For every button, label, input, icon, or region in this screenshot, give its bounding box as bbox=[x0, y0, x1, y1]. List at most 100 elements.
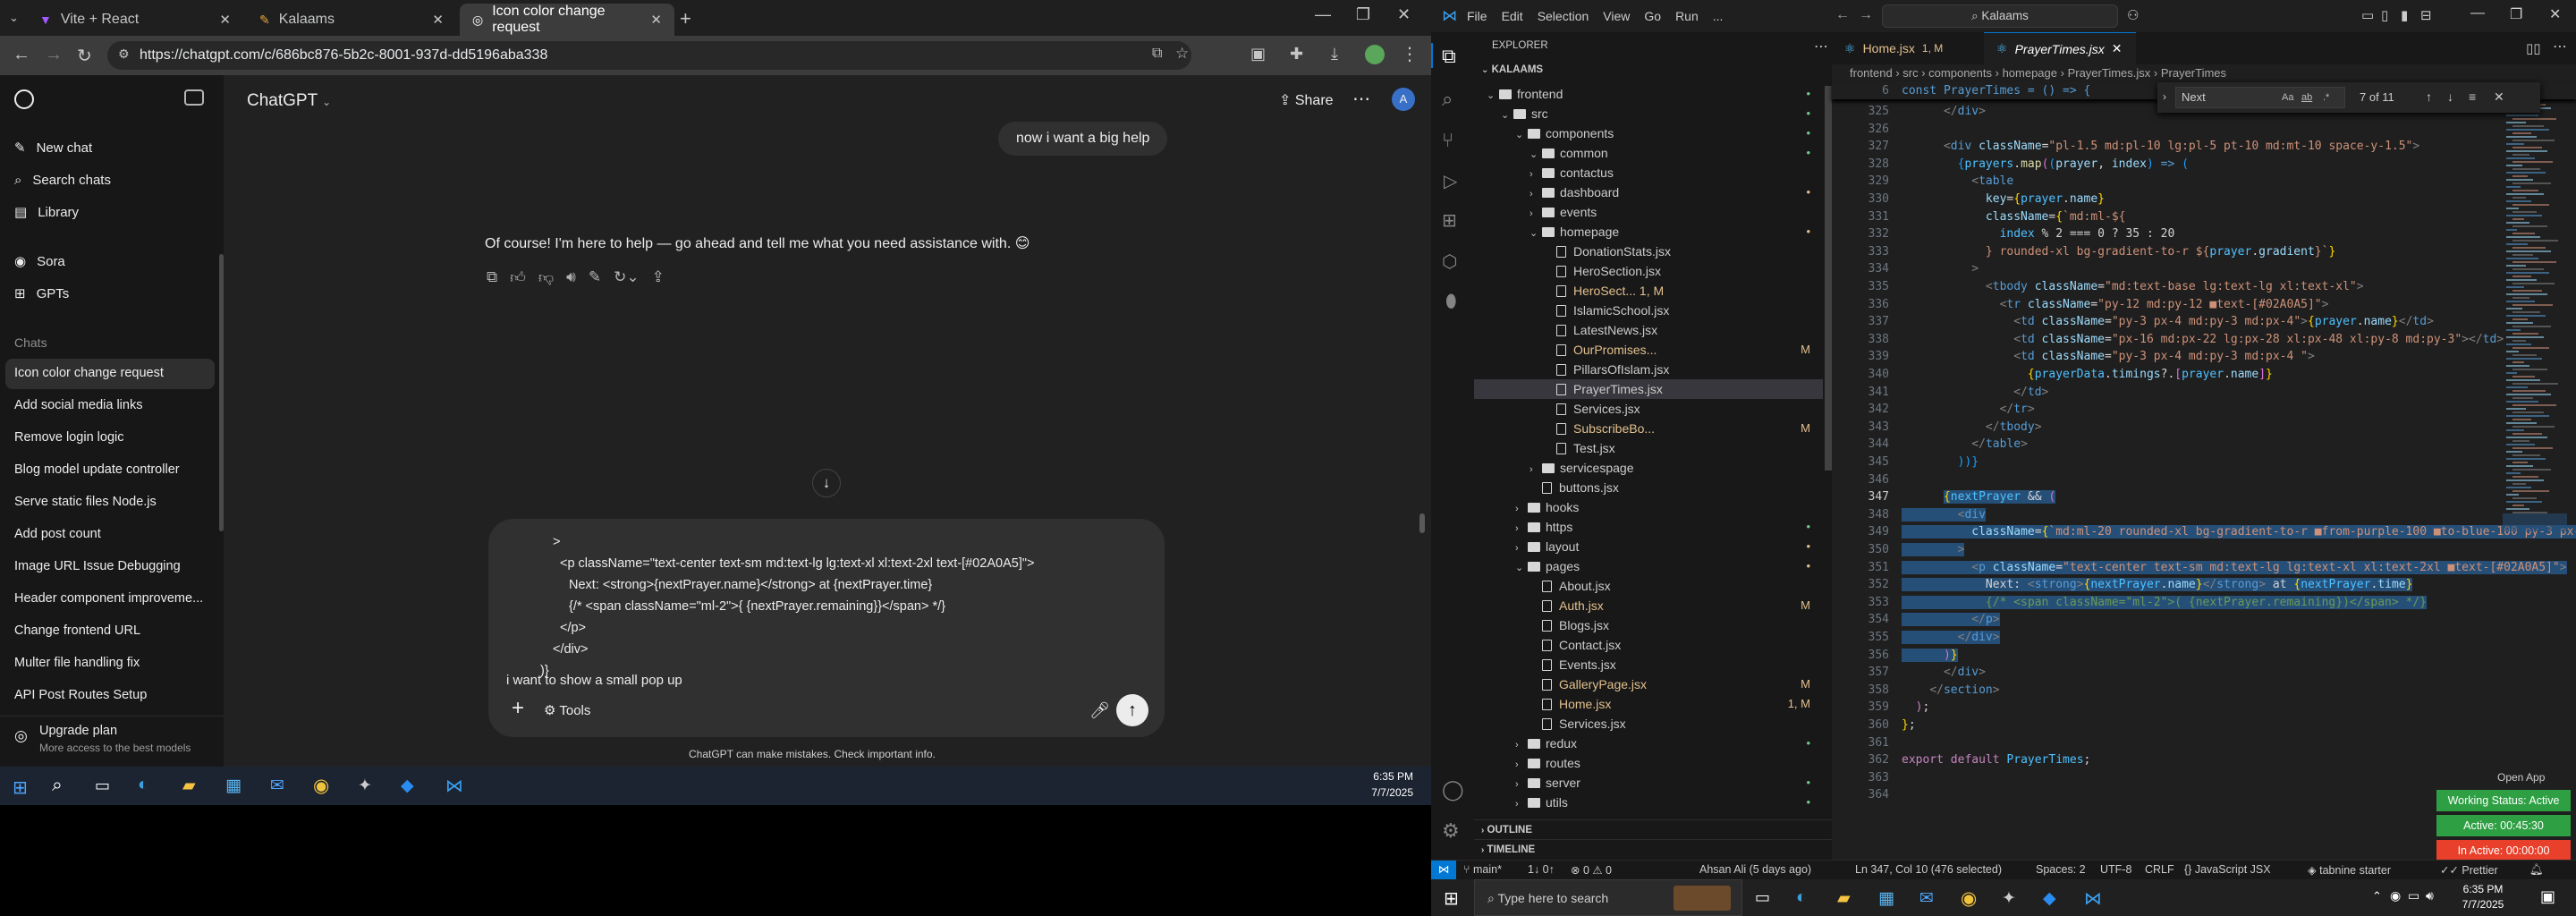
tree-folder[interactable]: › layout • bbox=[1474, 537, 1823, 556]
tree-file[interactable]: Events.jsx bbox=[1474, 655, 1823, 674]
tree-file[interactable]: PillarsOfIslam.jsx bbox=[1474, 360, 1823, 379]
composer-text-area[interactable]: > <p className="text-center text-sm md:t… bbox=[488, 531, 1165, 678]
maximize-icon[interactable]: ❐ bbox=[1356, 5, 1370, 24]
code-line[interactable]: key={prayer.name} bbox=[1902, 191, 2105, 208]
tree-file[interactable]: PrayerTimes.jsx bbox=[1474, 379, 1823, 399]
toggle-sidebar-icon[interactable]: ▯ bbox=[2381, 7, 2388, 23]
account-icon[interactable]: ◯ bbox=[1442, 778, 1464, 802]
tree-file[interactable]: HeroSection.jsx bbox=[1474, 261, 1823, 281]
tree-folder[interactable]: ⌄ src • bbox=[1474, 104, 1823, 123]
tab-search-icon[interactable]: ⌄ bbox=[9, 11, 19, 25]
close-tab-icon[interactable]: ✕ bbox=[2112, 41, 2123, 56]
code-line[interactable]: index % 2 === 0 ? 35 : 20 bbox=[1902, 225, 2175, 242]
close-find-icon[interactable]: ✕ bbox=[2494, 89, 2504, 105]
upgrade-plan-button[interactable]: ◎ Upgrade plan More access to the best m… bbox=[0, 716, 224, 767]
store-icon[interactable]: ▦ bbox=[225, 776, 242, 796]
remote-indicator-icon[interactable]: ⋈ bbox=[1431, 861, 1456, 880]
microphone-icon[interactable]: 🎤︎ bbox=[1089, 701, 1110, 720]
share-message-icon[interactable]: ⇪ bbox=[652, 268, 665, 287]
menu-item[interactable]: Edit bbox=[1502, 9, 1523, 23]
copilot-icon[interactable]: ⚇ bbox=[2127, 7, 2139, 23]
taskbar-search-icon[interactable]: ⌕ bbox=[52, 775, 63, 796]
code-line[interactable]: > bbox=[1902, 541, 1965, 558]
app-icon[interactable]: ✦ bbox=[2002, 888, 2016, 909]
tree-file[interactable]: HeroSect... 1, M bbox=[1474, 281, 1823, 301]
next-match-icon[interactable]: ↓ bbox=[2447, 89, 2453, 104]
tree-folder[interactable]: › https • bbox=[1474, 517, 1823, 537]
close-tab-icon[interactable]: ✕ bbox=[432, 12, 444, 28]
code-line[interactable]: className={`md:ml-${ bbox=[1902, 208, 2126, 225]
code-line[interactable]: </tbody> bbox=[1902, 419, 2042, 436]
reload-icon[interactable]: ↻ bbox=[77, 45, 92, 67]
tree-file[interactable]: GalleryPage.jsx M bbox=[1474, 674, 1823, 694]
menu-item[interactable]: File bbox=[1467, 9, 1487, 23]
chat-history-item[interactable]: Change frontend URL bbox=[14, 623, 140, 638]
edge-icon[interactable]: ◐ bbox=[138, 775, 148, 795]
manage-gear-icon[interactable]: ⚙ bbox=[1442, 819, 1460, 843]
notification-center-icon[interactable]: ▣ bbox=[2540, 887, 2555, 906]
code-line[interactable]: {prayerData.timings?.[prayer.name]} bbox=[1902, 366, 2273, 383]
task-view-icon[interactable]: ▭ bbox=[95, 776, 110, 795]
split-editor-icon[interactable]: ▯▯ bbox=[2526, 40, 2541, 56]
menu-item[interactable]: View bbox=[1603, 9, 1630, 23]
language-mode[interactable]: {} JavaScript JSX bbox=[2184, 863, 2271, 876]
chat-history-item[interactable]: Icon color change request bbox=[14, 366, 164, 380]
code-line[interactable]: </div> bbox=[1902, 103, 1986, 120]
line-ending[interactable]: CRLF bbox=[2145, 863, 2174, 876]
tab-home-jsx[interactable]: ⚛ Home.jsx 1, M bbox=[1832, 32, 1984, 64]
minimap-slider[interactable] bbox=[2503, 513, 2567, 531]
code-line[interactable]: {/* <span className="ml-2">( {nextPrayer… bbox=[1902, 594, 2428, 611]
toggle-replace-icon[interactable]: › bbox=[2163, 90, 2166, 103]
tree-folder[interactable]: › hooks bbox=[1474, 497, 1823, 517]
task-view-icon[interactable]: ▭ bbox=[1755, 888, 1770, 907]
previous-match-icon[interactable]: ↑ bbox=[2426, 89, 2432, 104]
search-icon[interactable]: ⌕ bbox=[1442, 88, 1453, 111]
tree-file[interactable]: DonationStats.jsx bbox=[1474, 242, 1823, 261]
model-selector[interactable]: ChatGPT ⌄ bbox=[247, 91, 331, 111]
new-chat-button[interactable]: ✎ New chat bbox=[0, 132, 215, 163]
file-explorer-icon[interactable]: ▰ bbox=[1837, 888, 1851, 909]
find-input[interactable]: Next Aa ab .* bbox=[2175, 87, 2345, 108]
tree-file[interactable]: OurPromises... M bbox=[1474, 340, 1823, 360]
back-icon[interactable]: ← bbox=[13, 45, 30, 65]
extension-icon[interactable]: ▣ bbox=[1250, 45, 1266, 64]
code-line[interactable]: }; bbox=[1902, 717, 1916, 734]
tree-folder[interactable]: › server • bbox=[1474, 773, 1823, 793]
code-line[interactable]: ))} bbox=[1902, 454, 1979, 471]
menu-item[interactable]: Selection bbox=[1538, 9, 1589, 23]
toggle-panel-icon[interactable]: ▭ bbox=[2361, 7, 2374, 23]
tree-file[interactable]: Home.jsx 1, M bbox=[1474, 694, 1823, 714]
find-in-selection-icon[interactable]: ≡ bbox=[2469, 89, 2476, 104]
whole-word-icon[interactable]: ab bbox=[2301, 88, 2312, 107]
tree-file[interactable]: Services.jsx bbox=[1474, 399, 1823, 419]
new-tab-icon[interactable]: + bbox=[680, 7, 691, 30]
tray-overflow-icon[interactable]: ⌃ bbox=[2372, 889, 2382, 903]
maximize-icon[interactable]: ❐ bbox=[2510, 5, 2522, 23]
cursor-position[interactable]: Ln 347, Col 10 (476 selected) bbox=[1855, 863, 2002, 876]
mongodb-icon[interactable]: ⬮ bbox=[1445, 292, 1457, 312]
sora-button[interactable]: ◉ Sora bbox=[0, 246, 215, 276]
tree-file[interactable]: buttons.jsx bbox=[1474, 478, 1823, 497]
tree-folder[interactable]: › events bbox=[1474, 202, 1823, 222]
edit-canvas-icon[interactable]: ✎ bbox=[589, 268, 601, 287]
file-explorer-icon[interactable]: ▰ bbox=[182, 776, 196, 796]
tree-folder[interactable]: ⌄ frontend • bbox=[1474, 84, 1823, 104]
bookmark-star-icon[interactable]: ☆ bbox=[1175, 45, 1189, 63]
code-line[interactable]: <div bbox=[1902, 506, 1986, 523]
chat-history-item[interactable]: Image URL Issue Debugging bbox=[14, 559, 181, 573]
user-avatar[interactable]: A bbox=[1392, 88, 1415, 111]
tree-folder[interactable]: ⌄ components • bbox=[1474, 123, 1823, 143]
tab-vite-react[interactable]: ▼ Vite + React ✕ bbox=[27, 4, 243, 36]
code-line[interactable]: <td className="py-3 px-4 md:py-3 md:px-4… bbox=[1902, 348, 2315, 365]
tree-folder[interactable]: ⌄ homepage • bbox=[1474, 222, 1823, 242]
windows-start-icon[interactable]: ⊞ bbox=[1444, 887, 1459, 910]
tree-file[interactable]: About.jsx bbox=[1474, 576, 1823, 596]
main-scrollbar[interactable] bbox=[1419, 513, 1425, 533]
close-tab-icon[interactable]: ✕ bbox=[219, 12, 231, 28]
minimize-icon[interactable]: — bbox=[1315, 5, 1331, 24]
tabnine-status[interactable]: ◈ tabnine starter bbox=[2308, 863, 2391, 877]
code-line[interactable]: <tr className="py-12 md:py-12 ■text-[#02… bbox=[1902, 296, 2329, 313]
forward-icon[interactable]: → bbox=[45, 45, 63, 65]
nav-back-icon[interactable]: ← bbox=[1835, 7, 1850, 23]
minimize-icon[interactable]: — bbox=[2470, 5, 2485, 21]
